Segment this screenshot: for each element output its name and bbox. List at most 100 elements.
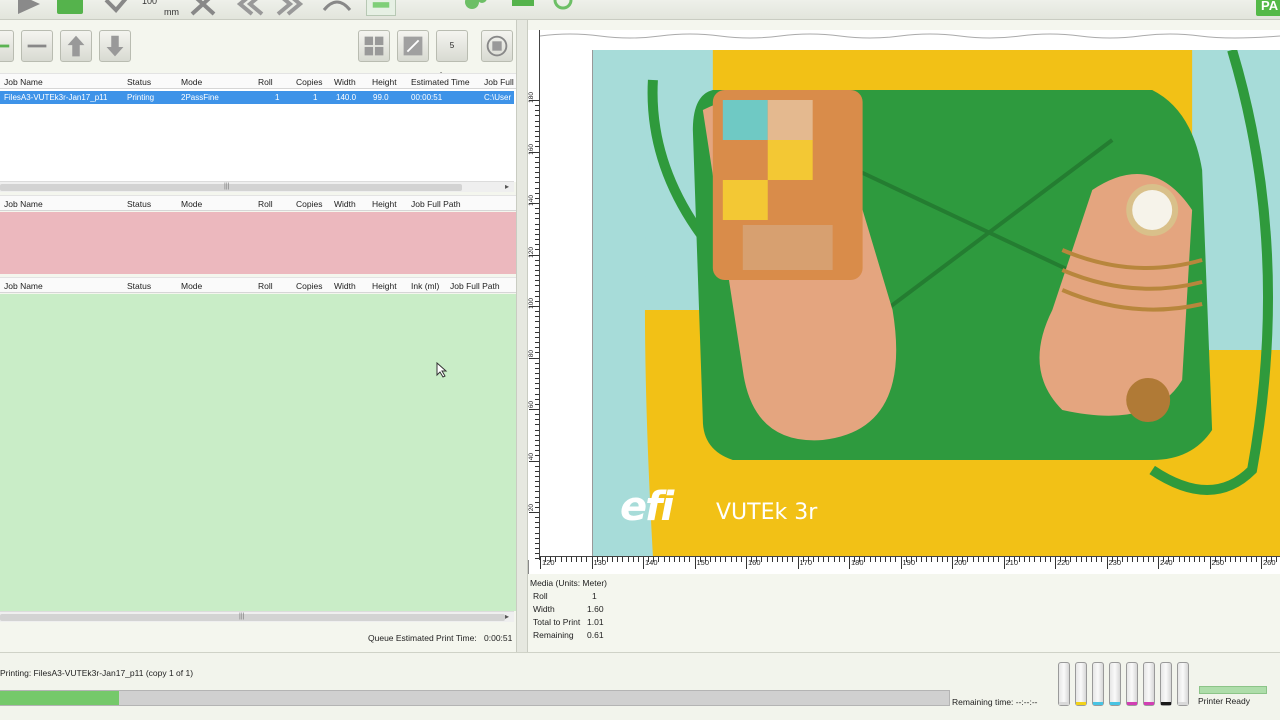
stop-circle-button[interactable] (481, 30, 513, 62)
ruler-tick (535, 439, 539, 441)
queue-hscroll[interactable]: ||| ▸ (0, 181, 514, 192)
ruler-tick (1168, 557, 1170, 562)
forward-icon[interactable] (276, 0, 306, 16)
check-icon[interactable] (102, 0, 132, 16)
model-label: VUTEk 3r (716, 500, 818, 525)
ruler-tick (565, 557, 567, 562)
ruler-tick (838, 557, 840, 562)
col-job-name[interactable]: Job Name (4, 199, 43, 209)
ruler-tick (535, 501, 539, 503)
scroll-right-icon[interactable]: ▸ (505, 182, 509, 191)
ruler-tick (694, 557, 696, 569)
ruler-tick (1024, 557, 1026, 562)
ruler-tick (535, 300, 539, 302)
job-toolbar: 5 Layers (0, 20, 516, 80)
table-row[interactable]: FilesA3-VUTEk3r-Jan17_p11 Printing 2Pass… (0, 91, 514, 104)
ruler-tick-label: 20 (528, 504, 535, 512)
gears-icon[interactable] (460, 0, 490, 16)
scroll-thumb[interactable] (0, 614, 505, 621)
ruler-tick (529, 460, 539, 462)
panel-splitter[interactable] (516, 20, 528, 652)
col-roll[interactable]: Roll (258, 199, 273, 209)
image-icon[interactable] (508, 0, 538, 16)
col-roll[interactable]: Roll (258, 281, 273, 291)
ruler-tick (535, 156, 539, 158)
ruler-tick (1188, 557, 1190, 562)
col-width[interactable]: Width (334, 199, 356, 209)
ruler-tick (535, 481, 539, 483)
ruler-tick (735, 557, 737, 562)
move-down-button[interactable] (99, 30, 131, 62)
col-job-full[interactable]: Job Full (484, 77, 514, 87)
ruler-tick (617, 557, 619, 562)
target-icon[interactable] (548, 0, 578, 16)
rewind-icon[interactable] (234, 0, 264, 16)
ink-level (1144, 702, 1154, 705)
col-job-full-path[interactable]: Job Full Path (411, 199, 461, 209)
play-icon[interactable] (14, 0, 44, 16)
col-roll[interactable]: Roll (258, 77, 273, 87)
ruler-tick (529, 100, 539, 101)
col-status[interactable]: Status (127, 281, 151, 291)
resize-icon[interactable] (397, 30, 429, 62)
scroll-thumb[interactable] (0, 184, 462, 191)
ruler-tick (535, 517, 539, 519)
ruler-tick (1008, 557, 1010, 562)
ink-cartridge (1075, 662, 1087, 706)
col-mode[interactable]: Mode (181, 281, 202, 291)
col-copies[interactable]: Copies (296, 199, 322, 209)
ruler-tick (859, 557, 861, 562)
col-status[interactable]: Status (127, 199, 151, 209)
col-job-name[interactable]: Job Name (4, 77, 43, 87)
scroll-right-icon[interactable]: ▸ (505, 612, 509, 621)
ruler-tick (535, 275, 539, 277)
layers-button[interactable]: 5 Layers (436, 30, 468, 80)
col-height[interactable]: Height (372, 199, 397, 209)
ruler-tick (535, 491, 539, 493)
ruler-tick (653, 557, 655, 562)
ruler-tick (874, 557, 876, 562)
ruler-tick (535, 378, 539, 380)
col-height[interactable]: Height (372, 77, 397, 87)
ruler-tick-label: 120 (528, 246, 535, 258)
ruler-tick (535, 239, 539, 241)
col-status[interactable]: Status (127, 77, 151, 87)
cancel-icon[interactable] (188, 0, 218, 16)
ruler-tick-label: 140 (528, 195, 535, 206)
ruler-tick (535, 388, 539, 390)
ruler-tick (1271, 557, 1273, 562)
ruler-tick (962, 557, 964, 562)
ruler-tick (632, 557, 634, 562)
roll-label: Roll (533, 591, 548, 601)
col-copies[interactable]: Copies (296, 77, 322, 87)
col-estimated-time[interactable]: Estimated Time (411, 77, 470, 87)
move-up-button[interactable] (60, 30, 92, 62)
stop-green-button[interactable] (55, 0, 85, 16)
ruler-tick (529, 151, 539, 153)
ruler-tick (535, 295, 539, 297)
col-width[interactable]: Width (334, 281, 356, 291)
col-copies[interactable]: Copies (296, 281, 322, 291)
ruler-tick (885, 557, 887, 562)
ink-cartridge (1058, 662, 1070, 706)
ruler-tick (926, 557, 928, 562)
ruler-tick (1147, 557, 1149, 562)
settings-icon[interactable] (366, 0, 396, 16)
layout-icon[interactable] (358, 30, 390, 62)
col-ink[interactable]: Ink (ml) (411, 281, 439, 291)
ruler-tick (1132, 557, 1134, 562)
add-job-button[interactable] (0, 30, 14, 62)
col-mode[interactable]: Mode (181, 77, 202, 87)
printed-hscroll[interactable]: ||| ▸ (0, 611, 514, 622)
col-job-name[interactable]: Job Name (4, 281, 43, 291)
col-width[interactable]: Width (334, 77, 356, 87)
remove-job-button[interactable] (21, 30, 53, 62)
ruler-tick (807, 557, 809, 562)
user-icon[interactable] (322, 0, 352, 16)
col-height[interactable]: Height (372, 281, 397, 291)
col-mode[interactable]: Mode (181, 199, 202, 209)
cell-estimated-time: 00:00:51 (411, 93, 443, 102)
ruler-tick (1034, 557, 1036, 562)
col-job-full-path[interactable]: Job Full Path (450, 281, 500, 291)
ruler-tick-label: 160 (748, 558, 761, 567)
